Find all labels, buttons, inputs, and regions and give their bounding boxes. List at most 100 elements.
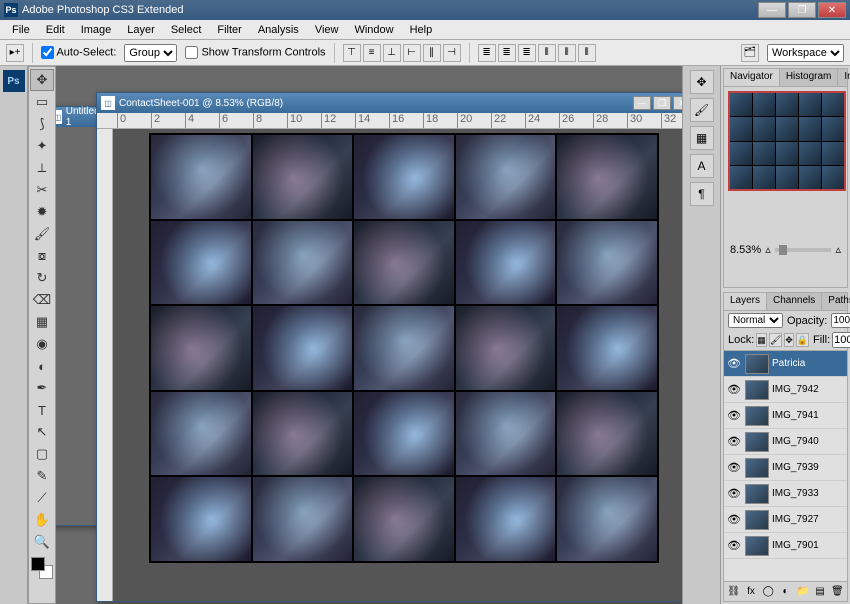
paragraph-panel-icon[interactable]: ¶	[690, 182, 714, 206]
zoom-tool[interactable]: 🔍	[30, 531, 54, 553]
zoom-out-icon[interactable]: ▵	[765, 243, 771, 256]
swatches-panel-icon[interactable]: ▦	[690, 126, 714, 150]
path-tool[interactable]: ↖	[30, 421, 54, 443]
bridge-icon[interactable]: 🗂	[741, 44, 759, 62]
document-window-main[interactable]: ◫ ContactSheet-001 @ 8.53% (RGB/8) — ❐ ✕…	[96, 92, 682, 602]
layer-thumbnail[interactable]	[745, 432, 769, 452]
window-close-button[interactable]: ✕	[818, 2, 846, 18]
fill-input[interactable]	[832, 332, 850, 348]
adjustment-layer-icon[interactable]: ◐	[778, 584, 793, 600]
dist-hcenter-icon[interactable]: ⦀	[558, 44, 576, 62]
marquee-tool[interactable]: ▭	[30, 91, 54, 113]
layer-name[interactable]: IMG_7939	[772, 462, 845, 473]
show-transform-checkbox[interactable]: Show Transform Controls	[185, 46, 325, 59]
layer-name[interactable]: IMG_7941	[772, 410, 845, 421]
layer-visibility-icon[interactable]: 👁	[726, 408, 742, 424]
tab-histogram[interactable]: Histogram	[780, 69, 839, 86]
slice-tool[interactable]: ✂	[30, 179, 54, 201]
workspace-dropdown[interactable]: Workspace	[767, 44, 844, 62]
ps-app-icon[interactable]: Ps	[3, 70, 25, 92]
type-tool[interactable]: T	[30, 399, 54, 421]
brush-panel-icon[interactable]: 🖌	[690, 98, 714, 122]
layer-name[interactable]: IMG_7942	[772, 384, 845, 395]
stamp-tool[interactable]: ⧇	[30, 245, 54, 267]
auto-select-dropdown[interactable]: Group	[124, 44, 177, 62]
doc-close-button[interactable]: ✕	[673, 96, 682, 110]
crop-tool[interactable]: ⟂	[30, 157, 54, 179]
layer-thumbnail[interactable]	[745, 536, 769, 556]
menu-select[interactable]: Select	[163, 22, 210, 38]
gradient-tool[interactable]: ▦	[30, 311, 54, 333]
blur-tool[interactable]: ◉	[30, 333, 54, 355]
delete-layer-icon[interactable]: 🗑	[830, 584, 845, 600]
layer-thumbnail[interactable]	[745, 406, 769, 426]
lasso-tool[interactable]: ⟆	[30, 113, 54, 135]
eyedrop-tool[interactable]: ⟋	[30, 487, 54, 509]
menu-edit[interactable]: Edit	[38, 22, 73, 38]
menu-file[interactable]: File	[4, 22, 38, 38]
pen-tool[interactable]: ✒	[30, 377, 54, 399]
zoom-in-icon[interactable]: ▵	[835, 243, 841, 256]
align-left-icon[interactable]: ⊢	[403, 44, 421, 62]
dist-left-icon[interactable]: ⦀	[538, 44, 556, 62]
layer-style-icon[interactable]: fx	[743, 584, 758, 600]
layer-row[interactable]: 👁 IMG_7933	[724, 481, 847, 507]
arrange-icon[interactable]: ✥	[690, 70, 714, 94]
tab-info[interactable]: Info	[838, 69, 850, 86]
align-right-icon[interactable]: ⊣	[443, 44, 461, 62]
layer-name[interactable]: IMG_7933	[772, 488, 845, 499]
color-swatches[interactable]	[31, 557, 53, 579]
layer-visibility-icon[interactable]: 👁	[726, 356, 742, 372]
lock-all-icon[interactable]: 🔒	[796, 333, 809, 347]
doc-titlebar-main[interactable]: ◫ ContactSheet-001 @ 8.53% (RGB/8) — ❐ ✕	[97, 93, 682, 113]
opacity-input[interactable]	[831, 313, 850, 328]
menu-image[interactable]: Image	[73, 22, 120, 38]
dist-vcenter-icon[interactable]: ≣	[498, 44, 516, 62]
hand-tool[interactable]: ✋	[30, 509, 54, 531]
wand-tool[interactable]: ✦	[30, 135, 54, 157]
layer-name[interactable]: IMG_7940	[772, 436, 845, 447]
layer-row[interactable]: 👁 Patricia	[724, 351, 847, 377]
menu-analysis[interactable]: Analysis	[250, 22, 307, 38]
shape-tool[interactable]: ▢	[30, 443, 54, 465]
layer-row[interactable]: 👁 IMG_7939	[724, 455, 847, 481]
layer-thumbnail[interactable]	[745, 510, 769, 530]
doc-maximize-button[interactable]: ❐	[653, 96, 671, 110]
dist-top-icon[interactable]: ≣	[478, 44, 496, 62]
layer-name[interactable]: Patricia	[772, 358, 845, 369]
window-maximize-button[interactable]: ❐	[788, 2, 816, 18]
foreground-color-swatch[interactable]	[31, 557, 45, 571]
layer-thumbnail[interactable]	[745, 458, 769, 478]
layer-row[interactable]: 👁 IMG_7940	[724, 429, 847, 455]
dist-right-icon[interactable]: ⦀	[578, 44, 596, 62]
layer-row[interactable]: 👁 IMG_7942	[724, 377, 847, 403]
doc-minimize-button[interactable]: —	[633, 96, 651, 110]
layer-mask-icon[interactable]: ◯	[761, 584, 776, 600]
layer-visibility-icon[interactable]: 👁	[726, 486, 742, 502]
layer-name[interactable]: IMG_7901	[772, 540, 845, 551]
auto-select-checkbox[interactable]: Auto-Select:	[41, 46, 116, 59]
eraser-tool[interactable]: ⌫	[30, 289, 54, 311]
lock-position-icon[interactable]: ✥	[784, 333, 794, 347]
layer-name[interactable]: IMG_7927	[772, 514, 845, 525]
layer-visibility-icon[interactable]: 👁	[726, 382, 742, 398]
layer-thumbnail[interactable]	[745, 354, 769, 374]
menu-filter[interactable]: Filter	[209, 22, 249, 38]
horizontal-ruler[interactable]: 0 2 4 6 8 10 12 14 16 18 20 22 24 26 28 …	[97, 113, 682, 129]
lock-pixels-icon[interactable]: 🖌	[769, 333, 782, 347]
vertical-ruler[interactable]	[97, 129, 113, 601]
navigator-preview[interactable]	[728, 91, 846, 191]
zoom-slider[interactable]	[775, 248, 832, 252]
align-vcenter-icon[interactable]: ≡	[363, 44, 381, 62]
tab-navigator[interactable]: Navigator	[724, 69, 780, 86]
link-layers-icon[interactable]: ⛓	[726, 584, 741, 600]
layer-row[interactable]: 👁 IMG_7941	[724, 403, 847, 429]
layer-visibility-icon[interactable]: 👁	[726, 434, 742, 450]
layer-group-icon[interactable]: 📁	[795, 584, 810, 600]
document-canvas[interactable]	[113, 129, 682, 601]
window-minimize-button[interactable]: —	[758, 2, 786, 18]
layer-visibility-icon[interactable]: 👁	[726, 538, 742, 554]
history-brush-tool[interactable]: ↻	[30, 267, 54, 289]
dodge-tool[interactable]: ◐	[30, 355, 54, 377]
menu-layer[interactable]: Layer	[119, 22, 163, 38]
